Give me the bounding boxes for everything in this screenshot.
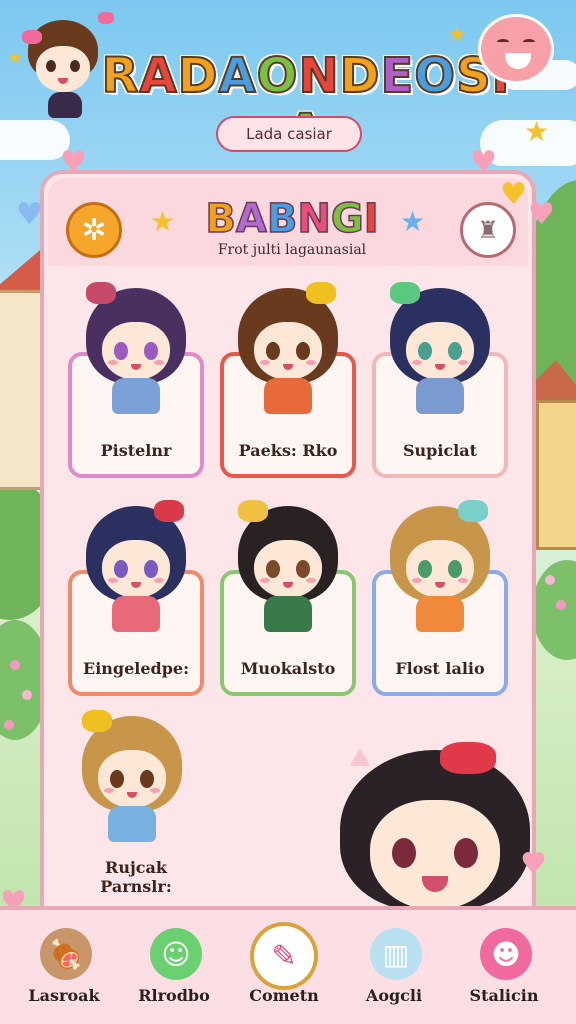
star-icon: ★ [448,22,466,46]
character-portrait [228,278,348,418]
title-letter: D [339,47,381,105]
meat-icon: 🍖 [40,928,92,980]
character-card[interactable]: Muokalsto [220,500,356,696]
character-portrait [380,496,500,636]
title-letter: I [363,195,379,243]
character-name: Pistelnr [100,441,172,460]
note-icon: ✎ [250,922,318,990]
nav-label: Aogcli [365,986,423,1005]
character-name: Muokalsto [240,659,336,678]
character-portrait [72,706,192,846]
character-card[interactable]: Pistelnr [68,282,204,478]
character-card[interactable]: Eingeledpe: [68,500,204,696]
character-name: Supiclat [402,441,478,460]
character-portrait [228,496,348,636]
panel-title: BABNGI [194,195,390,243]
nav-item-drink[interactable]: ▥ Aogcli [344,910,444,1020]
character-portrait [76,496,196,636]
star-icon: ★ [150,205,176,238]
heart-icon: ♥ [528,197,555,232]
character-card[interactable]: Supiclat [372,282,508,478]
gear-icon: ✲ [81,212,107,248]
heart-icon: ♥ [520,847,547,882]
title-letter: A [138,47,178,105]
star-icon: ★ [524,115,550,148]
nav-label: Rlrodbo [138,986,210,1005]
featured-character[interactable] [330,740,540,930]
nav-item-frog[interactable]: ☺ Rlrodbo [124,910,224,1020]
character-portrait [380,278,500,418]
character-name: Paeks: Rko [238,441,338,460]
nav-item-note[interactable]: ✎ Cometn [234,910,334,1020]
mascot-avatar [18,10,114,120]
bottom-nav: 🍖 Lasroak ☺ Rlrodbo ✎ Cometn ▥ Aogcli ☻ Stalicin [0,906,576,1024]
title-letter: A [235,195,267,243]
nav-label: Lasroak [28,986,100,1005]
character-card[interactable]: Flost lalio [372,500,508,696]
drink-icon: ▥ [370,928,422,980]
subtitle-button[interactable]: Lada casiar [216,116,362,152]
title-letter: E [379,47,415,105]
frog-icon: ☺ [150,928,202,980]
character-card[interactable]: Paeks: Rko [220,282,356,478]
pink-blob-icon: ☻ [480,928,532,980]
character-name: Rujcak Parnslr: [100,858,172,896]
pink-blob-mascot [478,14,554,84]
title-letter: R [101,47,140,105]
character-name: Flost lalio [395,659,485,678]
nav-label: Cometn [249,986,319,1005]
heart-icon: ♥ [60,145,87,180]
title-letter: N [297,195,332,243]
nav-item-meat[interactable]: 🍖 Lasroak [14,910,114,1020]
title-letter: A [217,47,257,105]
title-letter: G [330,195,364,243]
heart-icon: ♥ [16,197,43,232]
panel-subtitle: Frot julti lagaunasial [217,242,367,258]
chef-hat-icon: ♜ [477,216,499,244]
title-letter: O [256,47,299,105]
character-card[interactable]: Rujcak Parnslr: [68,710,204,910]
title-letter: B [266,195,298,243]
title-letter: B [205,195,237,243]
character-portrait [76,278,196,418]
settings-button[interactable]: ✲ [66,202,122,258]
nav-label: Stalicin [469,986,539,1005]
star-icon: ★ [8,48,23,67]
star-icon: ★ [400,205,426,238]
title-letter: N [297,47,340,105]
character-name: Eingeledpe: [83,659,189,678]
heart-icon: ♥ [500,177,527,212]
title-letter: D [177,47,219,105]
heart-icon: ♥ [470,145,497,180]
nav-item-pink-blob[interactable]: ☻ Stalicin [454,910,554,1020]
title-letter: O [413,47,457,105]
